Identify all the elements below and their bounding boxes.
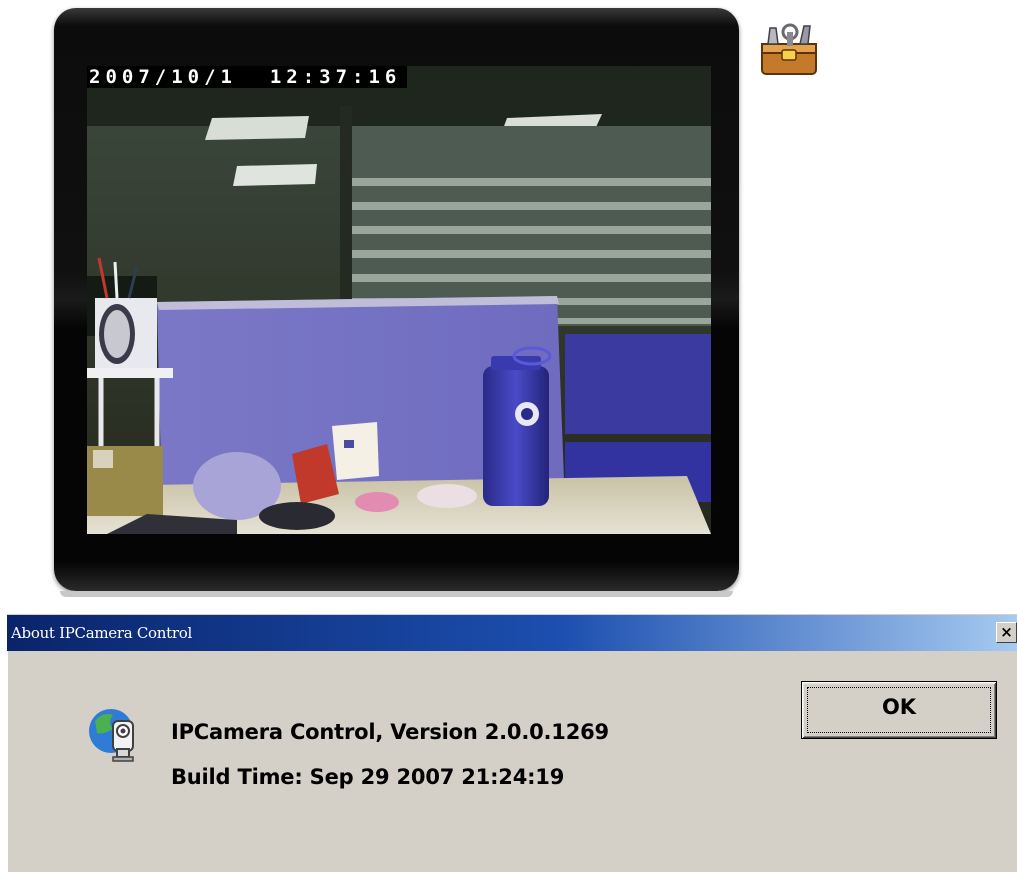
camera-viewer-frame: 2007/10/1 12:37:16: [54, 8, 739, 597]
camera-video-image: [87, 66, 711, 534]
toolbox-icon[interactable]: [756, 22, 822, 78]
ipcamera-globe-icon: [83, 701, 147, 765]
version-text: IPCamera Control, Version 2.0.0.1269: [171, 720, 609, 744]
close-button[interactable]: ×: [996, 622, 1017, 643]
ok-button-label: OK: [881, 695, 917, 719]
camera-timestamp: 2007/10/1 12:37:16: [87, 66, 408, 88]
dialog-title-bar[interactable]: About IPCamera Control ×: [7, 615, 1017, 651]
dialog-title: About IPCamera Control: [11, 624, 192, 642]
camera-video-feed[interactable]: 2007/10/1 12:37:16: [87, 66, 711, 534]
about-dialog: About IPCamera Control × IPCamera Contro…: [7, 614, 1017, 872]
build-time-text: Build Time: Sep 29 2007 21:24:19: [171, 765, 565, 789]
ok-button[interactable]: OK: [801, 681, 997, 739]
